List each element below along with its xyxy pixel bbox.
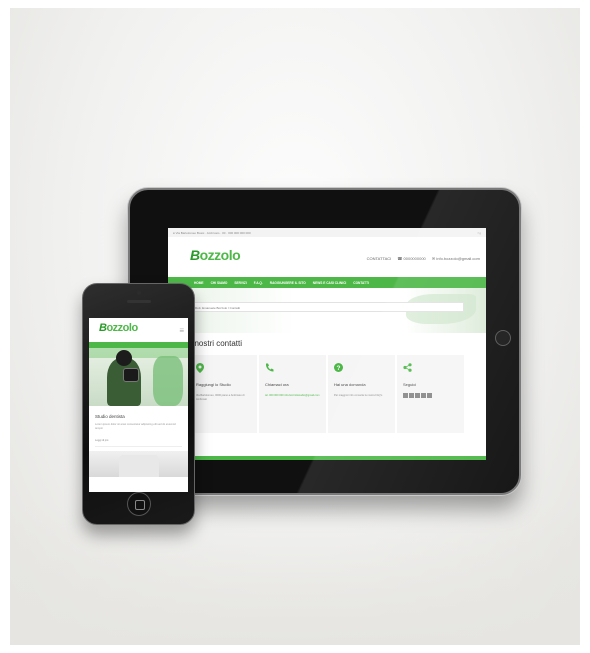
second-post-photo bbox=[89, 451, 188, 477]
card-title: Seguici bbox=[403, 382, 417, 387]
card-title: Chiamaci ora bbox=[265, 382, 289, 387]
phone-speaker bbox=[127, 300, 151, 303]
nav-item-chi-siamo[interactable]: CHI SIAMO bbox=[211, 281, 228, 285]
nav-item-contatti[interactable]: CONTATTI bbox=[353, 281, 369, 285]
google-plus-icon[interactable] bbox=[415, 393, 420, 398]
mobile-post-excerpt: Lorem ipsum dolor sit amet consectetur a… bbox=[95, 423, 176, 430]
card-text: Via Bartolomeo, 0000 piano a Ambrosio di… bbox=[196, 394, 245, 401]
social-links bbox=[403, 393, 458, 398]
question-icon: ? bbox=[334, 363, 389, 375]
facebook-icon[interactable] bbox=[403, 393, 408, 398]
nav-item-raggiungere[interactable]: RAGGIUNGERE IL SITO bbox=[270, 281, 306, 285]
tablet-home-button bbox=[495, 330, 511, 346]
svg-text:?: ? bbox=[337, 365, 341, 372]
phone-device: Bozzolo ≡ Studio dentista Lorem ipsum do… bbox=[82, 283, 195, 525]
nav-item-faq[interactable]: F.A.Q. bbox=[254, 281, 263, 285]
site-logo[interactable]: Bozzolo bbox=[190, 247, 241, 263]
instagram-icon[interactable] bbox=[427, 393, 432, 398]
logo-name: ozzolo bbox=[106, 322, 138, 334]
card-title: Hai una domanda bbox=[334, 382, 366, 387]
linkedin-icon[interactable] bbox=[421, 393, 426, 398]
main-nav: HOME CHI SIAMO SERVIZI F.A.Q. RAGGIUNGER… bbox=[168, 277, 486, 288]
logo-name: ozzolo bbox=[199, 247, 241, 263]
twitter-icon[interactable] bbox=[409, 393, 414, 398]
topbar-address: ● Via Bartolomeo Bossi · Ambrosio · 00 ·… bbox=[173, 231, 251, 235]
phone-screen: Bozzolo ≡ Studio dentista Lorem ipsum do… bbox=[89, 318, 188, 492]
site-header: Bozzolo CONTATTACI ☎ 0000000000 ✉ info.b… bbox=[168, 237, 486, 277]
phone-camera bbox=[137, 291, 141, 295]
logo-mark: B bbox=[190, 247, 200, 263]
hamburger-menu-icon[interactable]: ≡ bbox=[179, 326, 184, 335]
footer-strip bbox=[168, 456, 486, 460]
map-pin-icon bbox=[196, 363, 251, 375]
nav-item-home[interactable]: HOME bbox=[194, 281, 204, 285]
topbar-social[interactable]: f g bbox=[478, 231, 481, 235]
card-text[interactable]: tel. 000 000 000 info.bozzolostudio@gmai… bbox=[265, 394, 320, 398]
nav-item-servizi[interactable]: SERVIZI bbox=[234, 281, 246, 285]
topbar: ● Via Bartolomeo Bossi · Ambrosio · 00 ·… bbox=[168, 228, 486, 237]
card-text: Per maggiori info consulta la nostra FAQ… bbox=[334, 394, 383, 397]
header-appointment-link[interactable]: CONTATTACI bbox=[367, 256, 392, 261]
header-email[interactable]: ✉ info.bozzolo@gmail.com bbox=[432, 256, 480, 261]
mobile-post-title[interactable]: Studio dentista bbox=[89, 406, 188, 421]
photo-assistant bbox=[153, 356, 183, 406]
card-title: Raggiungi lo Studio bbox=[196, 382, 231, 387]
photo-head bbox=[116, 350, 132, 366]
header-contacts: CONTATTACI ☎ 0000000000 ✉ info.bozzolo@g… bbox=[362, 256, 480, 261]
mobile-header: Bozzolo ≡ bbox=[89, 318, 188, 342]
page-title: I nostri contatti bbox=[190, 339, 243, 348]
studio-background: ● Via Bartolomeo Bossi · Ambrosio · 00 ·… bbox=[10, 8, 580, 645]
card-phone[interactable]: Chiamaci ora tel. 000 000 000 info.bozzo… bbox=[259, 355, 326, 433]
contact-cards: Raggiungi lo Studio Via Bartolomeo, 0000… bbox=[190, 355, 466, 433]
nav-item-news[interactable]: NEWS E CASI CLINICI bbox=[313, 281, 346, 285]
read-more-link[interactable]: Leggi di più bbox=[89, 433, 188, 442]
page-content: I nostri contatti Raggiungi lo Studio Vi… bbox=[168, 333, 486, 460]
studio-floor bbox=[10, 505, 580, 645]
card-question[interactable]: ? Hai una domanda Per maggiori info cons… bbox=[328, 355, 395, 433]
tablet-screen: ● Via Bartolomeo Bossi · Ambrosio · 00 ·… bbox=[168, 228, 486, 460]
card-social: Seguici bbox=[397, 355, 464, 433]
breadcrumb[interactable]: Dott. Emanuele Bozzolo / Contatti bbox=[190, 302, 464, 312]
card-location[interactable]: Raggiungi lo Studio Via Bartolomeo, 0000… bbox=[190, 355, 257, 433]
page-banner: Dott. Emanuele Bozzolo / Contatti bbox=[168, 288, 486, 333]
phone-icon bbox=[265, 363, 320, 375]
hero-photo bbox=[89, 348, 188, 406]
divider bbox=[95, 446, 182, 447]
mobile-logo[interactable]: Bozzolo bbox=[99, 322, 138, 334]
header-phone[interactable]: ☎ 0000000000 bbox=[397, 256, 425, 261]
photo-camera bbox=[123, 368, 139, 382]
share-icon bbox=[403, 363, 458, 375]
photo-object bbox=[119, 455, 159, 477]
phone-home-button bbox=[127, 492, 151, 516]
